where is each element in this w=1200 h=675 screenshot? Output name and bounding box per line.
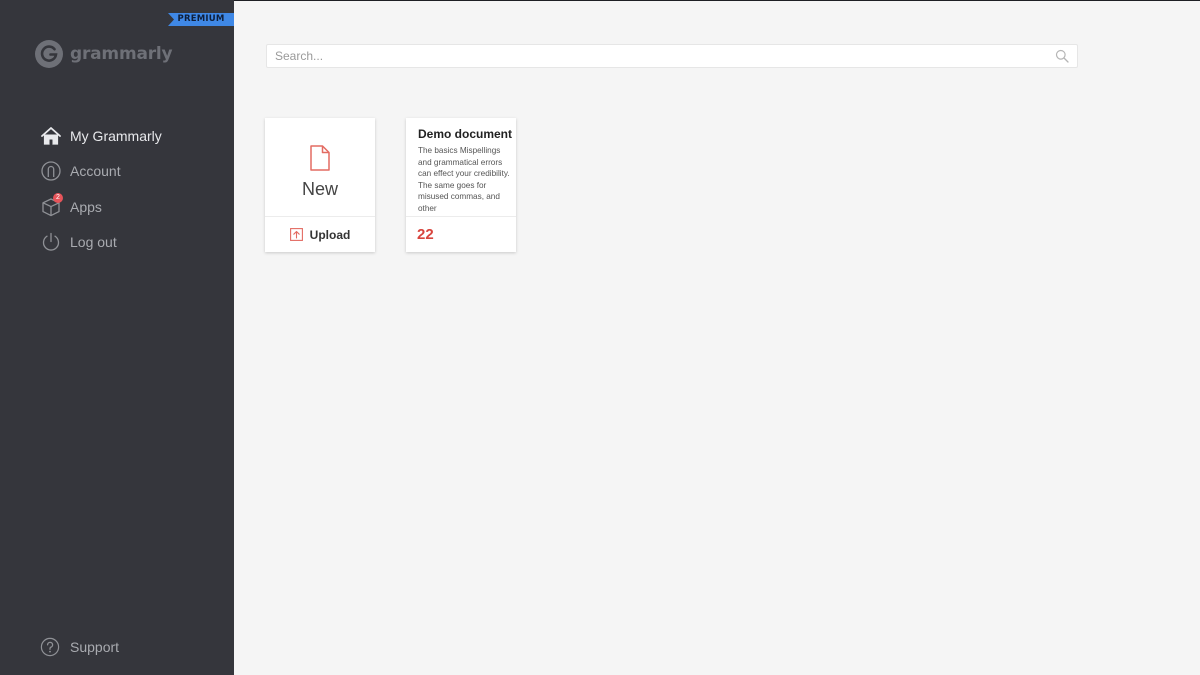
sidebar: PREMIUM grammarly My Grammarly Account 2… — [0, 0, 234, 675]
grammarly-logo[interactable]: grammarly — [35, 40, 173, 68]
grammarly-logo-icon — [35, 40, 63, 68]
document-card[interactable]: Demo document The basics Mispellings and… — [406, 118, 516, 252]
sidebar-item-label: Account — [70, 163, 121, 180]
help-icon — [40, 637, 60, 657]
upload-icon — [289, 228, 303, 241]
sidebar-item-label: My Grammarly — [70, 127, 162, 144]
apps-count-badge: 2 — [53, 192, 63, 203]
new-file-icon — [310, 145, 330, 171]
power-icon — [40, 231, 62, 253]
support-link[interactable]: Support — [40, 636, 119, 658]
document-score: 22 — [417, 226, 434, 243]
home-icon — [40, 125, 62, 147]
sidebar-item-label: Apps — [70, 198, 102, 215]
sidebar-item-my-grammarly[interactable]: My Grammarly — [0, 118, 234, 154]
new-document-card[interactable]: New Upload — [265, 118, 375, 252]
search-input[interactable] — [267, 45, 1047, 67]
premium-badge: PREMIUM — [168, 13, 234, 26]
account-icon — [40, 160, 62, 182]
sidebar-item-apps[interactable]: 2 Apps — [0, 189, 234, 225]
search-bar — [266, 44, 1078, 68]
document-card-footer: 22 — [406, 216, 516, 252]
sidebar-item-label: Log out — [70, 234, 117, 251]
search-icon[interactable] — [1055, 49, 1069, 63]
document-excerpt: The basics Mispellings and grammatical e… — [418, 146, 510, 213]
support-label: Support — [70, 639, 120, 655]
sidebar-nav: My Grammarly Account 2 Apps Log out — [0, 118, 234, 260]
upload-button[interactable]: Upload — [265, 216, 375, 252]
new-document-label: New — [301, 179, 338, 199]
sidebar-item-log-out[interactable]: Log out — [0, 225, 234, 261]
document-title: Demo document — [418, 127, 513, 141]
logo-text: grammarly — [70, 44, 173, 64]
apps-box-icon: 2 — [40, 192, 63, 218]
upload-label: Upload — [309, 227, 351, 242]
sidebar-item-account[interactable]: Account — [0, 154, 234, 190]
